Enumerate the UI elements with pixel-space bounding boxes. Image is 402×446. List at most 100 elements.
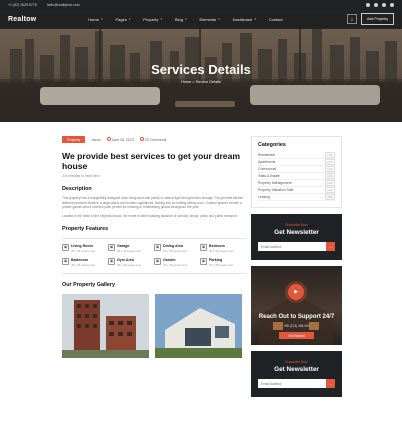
newsletter-form: → [258,379,335,388]
feature-item: ▣ Gym Area 45 x 35 square feet [108,257,154,267]
feature-item: ▣ Living Room 45 x 35 square feet [62,243,108,253]
nav-property[interactable]: Property ▾ [143,17,162,22]
category-item[interactable]: Property Management (10) [258,180,335,187]
support-widget: ▶ Reach Out to Support 24/7 +88 (123) 45… [251,266,342,345]
gallery-heading: Our Property Gallery [62,281,116,288]
category-label: Villas & Estate [258,174,280,178]
user-icon[interactable]: ☺ [347,14,358,24]
chevron-down-icon: ▾ [218,17,220,21]
category-count: (08) [324,194,335,200]
nav-pages[interactable]: Pages ▾ [115,17,130,22]
newsletter-email-input[interactable] [258,379,326,388]
feature-title: Garage [117,243,130,248]
feature-item: ▣ Bedroom 45 x 35 square feet [200,243,246,253]
gallery-image-modern-house[interactable] [155,293,242,358]
category-item[interactable]: Property Valuation Sale (12) [258,187,335,194]
header-actions: ☺ Add Property [347,13,394,25]
post-title: We provide best services to get your dre… [62,151,240,171]
category-count: (10) [324,180,335,186]
nav-home[interactable]: Home ▾ [88,17,102,22]
parking-icon: ▣ [200,257,207,265]
feature-item: ▣ Garage 45 x 35 square feet [108,243,154,253]
category-item[interactable]: Apartments (15) [258,159,335,166]
breadcrumb: Home > Service Details [181,80,221,84]
instagram-icon[interactable] [382,2,386,7]
topbar-phone[interactable]: +1 (62) 3625 8778 [8,3,37,7]
arrow-right-icon[interactable]: → [326,379,335,388]
facebook-icon[interactable] [366,2,370,7]
chevron-down-icon: ▾ [160,17,162,21]
feature-size: 45 x 35 square feet [163,248,187,253]
features-grid: ▣ Living Room 45 x 35 square feet ▣ Garage 45… [62,243,246,267]
social-links [366,2,394,7]
category-label: Property Valuation Sale [258,188,294,192]
feature-size: 45 x 35 square feet [71,262,95,267]
add-property-button[interactable]: Add Property [361,13,394,25]
category-count: (16) [324,173,335,179]
nav-elements[interactable]: Elements ▾ [199,17,219,22]
newsletter-title: Get Newsletter [274,366,319,373]
feature-item: ▣ Garden 45 x 35 square feet [154,257,200,267]
post-author[interactable]: Jacob [91,138,100,142]
feature-size: 45 x 35 square feet [163,262,187,267]
post-meta: Property Jacob June 08, 2023 05 Comments [62,136,246,143]
feature-item: ▣ Bathroom 45 x 35 square feet [62,257,108,267]
main-nav: Home ▾ Pages ▾ Property ▾ Blog ▾ Elements ▾ D… [88,17,282,22]
main-header: Realtow Home ▾ Pages ▾ Property ▾ Blog ▾ Ele… [0,9,402,29]
gallery-image-brick-building[interactable] [62,293,149,358]
category-item[interactable]: Commercial (14) [258,166,335,173]
description-text: This property has a thoughtfully designe… [62,196,244,210]
nav-contact[interactable]: Contact [269,17,283,22]
category-label: Apartments [258,160,276,164]
category-item[interactable]: Leasing (08) [258,194,335,201]
logo[interactable]: Realtow [8,16,36,23]
page-title: Services Details [151,62,251,77]
feature-item: ▣ Parking 45 x 35 square feet [200,257,246,267]
category-tag[interactable]: Property [62,136,86,143]
topbar-email[interactable]: hello@realtyhub.com [47,3,80,7]
chevron-down-icon: ▾ [128,17,131,21]
newsletter-email-input[interactable] [258,242,326,251]
car-icon: ▣ [108,243,115,251]
twitter-icon[interactable] [374,2,378,7]
read-time: 2-5 minutes to read item [62,174,100,178]
feature-size: 45 x 35 square feet [117,248,141,253]
newsletter-widget-2: Subscribe Now Get Newsletter → [251,351,342,397]
feature-size: 45 x 35 square feet [209,262,233,267]
post-comments[interactable]: 05 Comments [139,137,167,142]
play-icon[interactable]: ▶ [288,284,304,300]
category-item[interactable]: Villas & Estate (16) [258,173,335,180]
post-date: June 08, 2023 [106,137,134,142]
newsletter-subtitle: Subscribe Now [285,360,308,364]
feature-size: 45 x 35 square feet [117,262,141,267]
category-item[interactable]: Residential (12) [258,152,335,159]
sidebar: Categories Residential (12) Apartments (15)… [251,136,342,397]
category-count: (14) [324,166,335,172]
newsletter-subtitle: Subscribe Now [285,223,308,227]
feature-size: 45 x 35 square feet [209,248,233,253]
divider [62,238,246,239]
chevron-down-icon: ▾ [100,17,103,21]
category-count: (12) [324,152,335,158]
newsletter-form: → [258,242,335,251]
feature-item: ▣ Dining Area 45 x 35 square feet [154,243,200,253]
nav-blog[interactable]: Blog ▾ [175,17,187,22]
garden-icon: ▣ [154,257,161,265]
building-icon: ▣ [62,243,69,251]
support-phone[interactable]: +88 (123) 456 000 [251,324,342,328]
feature-title: Garden [163,257,176,262]
category-label: Commercial [258,167,277,171]
arrow-right-icon[interactable]: → [326,242,335,251]
feature-title: Dining Area [163,243,184,248]
nav-dashboard[interactable]: Dashboard ▾ [233,17,256,22]
description-text-2: Located in the heart of the neighbourhoo… [62,213,238,218]
category-count: (12) [324,187,335,193]
support-title: Reach Out to Support 24/7 [258,314,335,320]
linkedin-icon[interactable] [390,2,394,7]
category-label: Leasing [258,195,270,199]
support-button[interactable]: Get Started [279,332,314,339]
gym-icon: ▣ [108,257,115,265]
category-label: Residential [258,153,275,157]
newsletter-widget: Subscribe Now Get Newsletter → [251,214,342,260]
category-count: (15) [324,159,335,165]
